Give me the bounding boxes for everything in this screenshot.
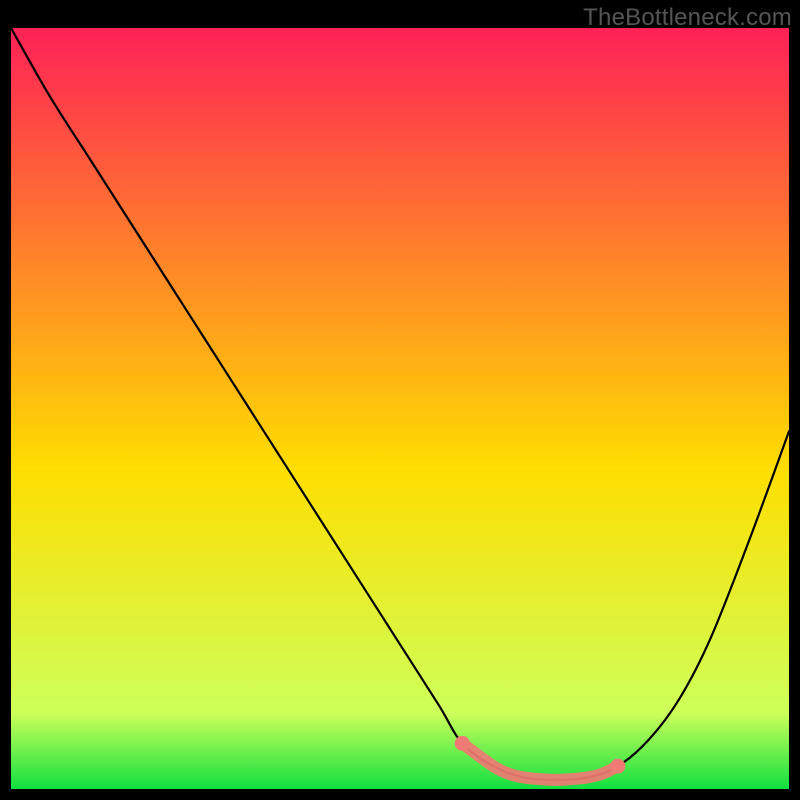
chart-root: TheBottleneck.com — [0, 0, 800, 800]
highlight-start-dot — [455, 736, 470, 751]
plot-area — [11, 28, 789, 789]
watermark-text: TheBottleneck.com — [583, 4, 792, 32]
chart-svg — [11, 28, 789, 789]
highlight-end-dot — [610, 759, 625, 774]
gradient-background — [11, 28, 789, 789]
